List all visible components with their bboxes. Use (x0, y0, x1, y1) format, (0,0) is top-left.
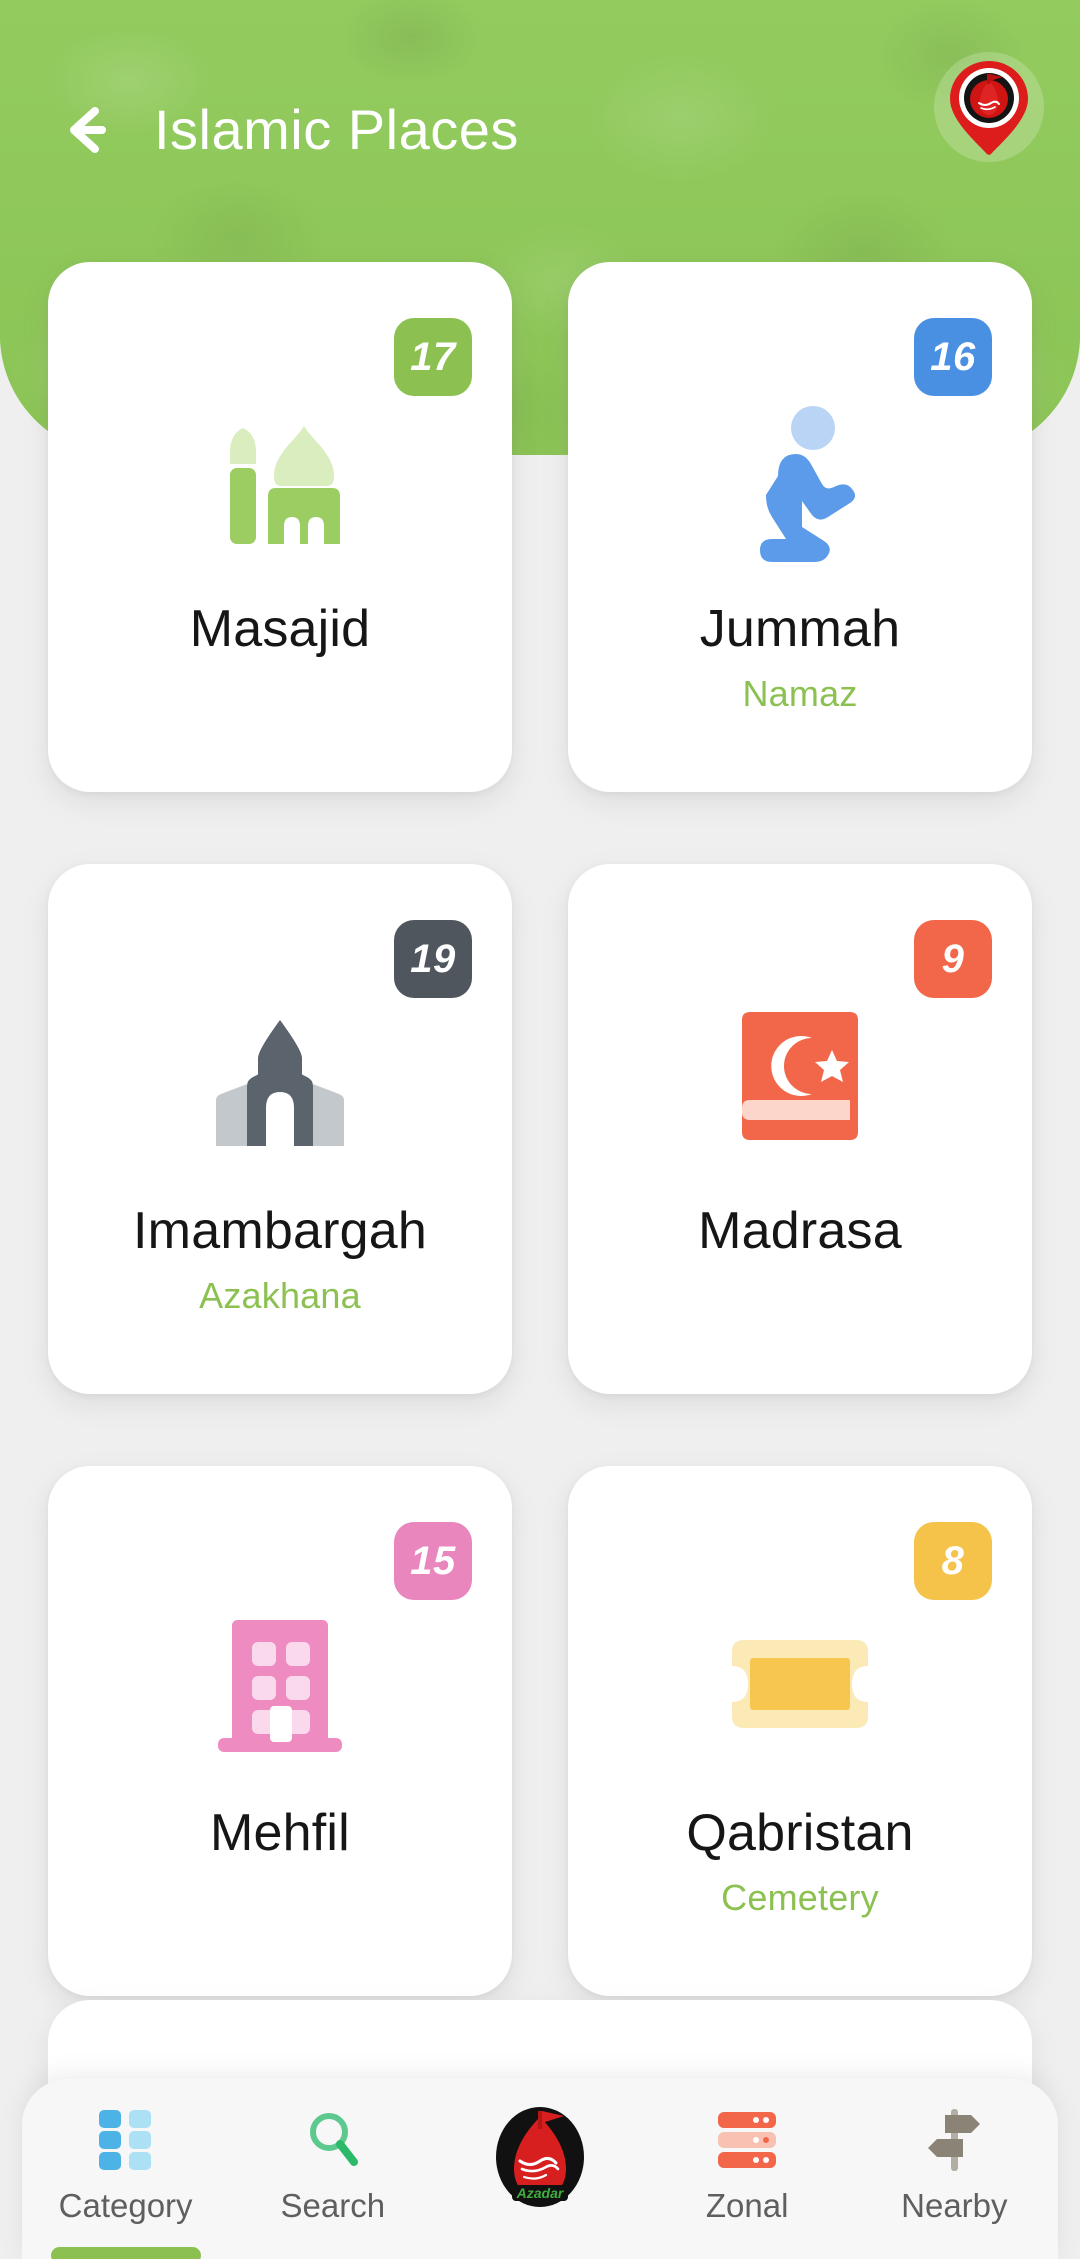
card-title: Jummah (699, 600, 901, 658)
card-title: Mehfil (210, 1804, 350, 1862)
nav-item-nearby[interactable]: Nearby (854, 2105, 1054, 2222)
imambargah-building-icon (192, 994, 368, 1170)
azadar-logo-icon: Azadar (492, 2105, 588, 2209)
search-icon (304, 2105, 362, 2175)
nav-label: Search (280, 2187, 386, 2224)
places-grid: 17 Masajid 16 Jummah Namaz 19 Imambargah… (0, 262, 1080, 1996)
place-card-qabristan[interactable]: 8 Qabristan Cemetery (568, 1466, 1032, 1996)
place-card-mehfil[interactable]: 15 Mehfil (48, 1466, 512, 1996)
card-subtitle: Azakhana (199, 1274, 361, 1316)
place-card-jummah[interactable]: 16 Jummah Namaz (568, 262, 1032, 792)
card-title: Imambargah (133, 1202, 427, 1260)
map-pin-logo-glyph (950, 61, 1028, 155)
nav-item-search[interactable]: Search (233, 2105, 433, 2222)
grid-icon (97, 2105, 155, 2175)
place-card-madrasa[interactable]: 9 Madrasa (568, 864, 1032, 1394)
quran-book-icon (712, 994, 888, 1170)
place-card-masajid[interactable]: 17 Masajid (48, 262, 512, 792)
bottom-navigation-bar: Category Search Azadar Zonal Nearby (22, 2079, 1058, 2259)
nav-item-zonal[interactable]: Zonal (647, 2105, 847, 2222)
svg-text:Azadar: Azadar (516, 2185, 565, 2201)
praying-person-icon (712, 392, 888, 568)
place-card-imambargah[interactable]: 19 Imambargah Azakhana (48, 864, 512, 1394)
signpost-icon (923, 2105, 985, 2175)
card-subtitle: Cemetery (721, 1876, 879, 1918)
nav-item-category[interactable]: Category (26, 2105, 226, 2259)
mosque-icon (192, 392, 368, 568)
page-title: Islamic Places (154, 98, 519, 161)
grave-plaque-icon (712, 1596, 888, 1772)
count-badge: 9 (914, 920, 992, 998)
nav-label: Nearby (901, 2187, 1008, 2224)
card-subtitle: Namaz (742, 672, 858, 714)
count-badge: 16 (914, 318, 992, 396)
count-badge: 17 (394, 318, 472, 396)
server-stack-icon (716, 2105, 778, 2175)
arrow-left-icon[interactable] (54, 97, 120, 163)
count-badge: 8 (914, 1522, 992, 1600)
card-title: Madrasa (698, 1202, 902, 1260)
building-icon (192, 1596, 368, 1772)
nav-label: Zonal (705, 2187, 789, 2224)
nav-label: Category (58, 2187, 193, 2224)
active-tab-indicator (50, 2247, 201, 2259)
map-pin-logo-icon[interactable] (934, 52, 1044, 162)
card-title: Qabristan (686, 1804, 914, 1862)
nav-item-azadar[interactable]: Azadar Azadar (440, 2105, 640, 2209)
count-badge: 19 (394, 920, 472, 998)
app-screen: Islamic Places 17 Masajid 16 Jummah Nama… (0, 0, 1080, 2259)
count-badge: 15 (394, 1522, 472, 1600)
card-title: Masajid (189, 600, 371, 658)
header-bar: Islamic Places (0, 70, 1080, 190)
